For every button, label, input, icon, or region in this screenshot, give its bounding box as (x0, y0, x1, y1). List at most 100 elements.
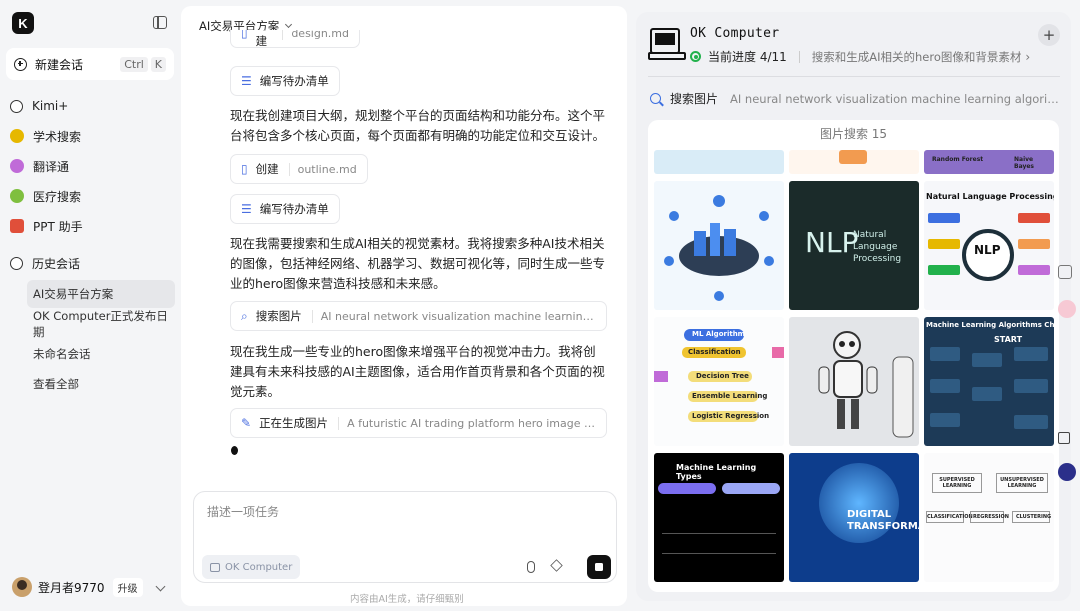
tool-chip-todo[interactable]: ☰ 编写待办清单 (230, 66, 340, 96)
task-input[interactable]: 描述一项任务 OK Computer (193, 491, 617, 583)
new-chat-label: 新建会话 (35, 57, 84, 72)
chip-sub: design.md (282, 30, 349, 40)
image-thumbnail[interactable] (654, 181, 784, 310)
chip-label: 编写待办清单 (259, 202, 329, 216)
cube-icon[interactable] (550, 559, 563, 572)
assistant-message: 现在我需要搜索和生成AI相关的视觉素材。我将搜索多种AI技术相关的图像，包括神经… (230, 236, 606, 291)
academic-search-icon (10, 129, 24, 143)
user-profile[interactable]: 登月者9770 升级 (12, 577, 143, 597)
add-button[interactable]: + (1038, 24, 1060, 46)
clock-icon (10, 256, 23, 270)
ppt-icon (10, 219, 24, 233)
user-name: 登月者9770 (38, 580, 105, 595)
chip-clip: ▯ 创建 design.md (230, 30, 360, 48)
sidebar-item-kimi-plus[interactable]: Kimi+ (10, 95, 68, 117)
image-thumbnail[interactable]: ML Algorithm Classification Decision Tre… (654, 317, 784, 446)
typing-indicator (231, 446, 238, 455)
chip-label: 正在生成图片 (259, 416, 329, 430)
status-dot-icon (690, 51, 701, 62)
medical-search-icon (10, 189, 24, 203)
tool-chip-create[interactable]: ▯ 创建 outline.md (230, 154, 368, 184)
sidebar-item-medical-search[interactable]: 医疗搜索 (10, 185, 81, 207)
chevron-down-icon (285, 20, 293, 29)
shortcut-ctrl: Ctrl (120, 56, 148, 72)
grid-add-icon[interactable] (1058, 265, 1072, 279)
image-thumbnail[interactable]: Natural Language Processing NLP (924, 181, 1054, 310)
chat-area: AI交易平台方案 ▯ 创建 design.md ☰ 编写待办清单 现在我创建项目… (181, 6, 627, 606)
sidebar-item-label: PPT 助手 (33, 219, 83, 234)
history-item[interactable]: 未命名会话 (27, 340, 175, 368)
ok-computer-panel: OK Computer 当前进度 4/11 搜索和生成AI相关的hero图像和背… (636, 12, 1071, 601)
search-icon: ⌕ (241, 308, 248, 323)
sidebar-item-label: 医疗搜索 (33, 189, 82, 204)
ok-computer-chip-label: OK Computer (225, 561, 293, 573)
ai-disclaimer: 内容由AI生成，请仔细甄别 (350, 594, 464, 605)
divider (798, 50, 800, 63)
translate-float-icon[interactable] (1058, 300, 1076, 318)
divider (648, 76, 1060, 77)
chip-label: 创建 (255, 30, 268, 48)
ok-computer-chip[interactable]: OK Computer (202, 555, 301, 579)
sidebar-item-academic-search[interactable]: 学术搜索 (10, 125, 81, 147)
sidebar-item-ppt[interactable]: PPT 助手 (10, 215, 83, 237)
chip-label: 搜索图片 (255, 309, 302, 323)
image-thumbnail[interactable]: Random Forest Naive Bayes (924, 150, 1054, 174)
image-search-row: 搜索图片 AI neural network visualization mac… (650, 90, 1060, 107)
avatar (12, 577, 32, 597)
computer-icon (210, 562, 220, 572)
upgrade-button[interactable]: 升级 (112, 577, 143, 597)
search-icon (650, 93, 661, 104)
network-illustration (664, 195, 774, 301)
image-thumbnail[interactable]: Machine Learning Algorithms Cheat Sheet … (924, 317, 1054, 446)
image-thumbnail[interactable]: Machine Learning Types (654, 453, 784, 582)
image-thumbnail[interactable] (789, 150, 919, 174)
sidebar-collapse-icon[interactable] (153, 16, 167, 29)
tool-chip-create[interactable]: ▯ 创建 design.md (230, 30, 360, 48)
assistant-message: 现在我创建项目大纲，规划整个平台的页面结构和功能分布。这个平台将包含多个核心页面… (230, 108, 606, 143)
tool-chip-generating-image[interactable]: ✎ 正在生成图片 A futuristic AI trading platfor… (230, 408, 607, 438)
file-icon: ▯ (241, 162, 248, 176)
input-placeholder: 描述一项任务 (207, 505, 280, 519)
image-thumbnail[interactable]: NLP Natural Language Processing (789, 181, 919, 310)
computer-icon (648, 28, 686, 60)
image-thumbnail[interactable] (789, 317, 919, 446)
assistant-float-icon[interactable] (1058, 463, 1076, 481)
sidebar-item-label: 学术搜索 (33, 129, 82, 144)
chevron-down-icon[interactable] (155, 581, 166, 592)
brush-icon: ✎ (241, 416, 252, 430)
panel-title: OK Computer (690, 26, 780, 41)
image-results: 图片搜索 15 Random Forest Naive Bayes NLP Na… (648, 120, 1059, 592)
history-section-header[interactable]: 历史会话 (10, 252, 80, 274)
chevron-right-icon: › (1025, 49, 1031, 64)
image-thumbnail[interactable]: SUPERVISED LEARNING UNSUPERVISED LEARNIN… (924, 453, 1054, 582)
search-query: AI neural network visualization machine … (730, 91, 1060, 106)
robot-illustration (818, 331, 914, 438)
search-label: 搜索图片 (670, 92, 719, 106)
assistant-message: 现在我生成一些专业的hero图像来增强平台的视觉冲击力。我将创建具有未来科技感的… (230, 344, 605, 399)
view-all-history-link[interactable]: 查看全部 (27, 370, 175, 398)
history-title: 历史会话 (32, 256, 81, 271)
chip-sub: outline.md (288, 162, 357, 176)
chip-label: 创建 (255, 162, 279, 176)
image-thumbnail[interactable]: DIGITAL TRANSFORMA (789, 453, 919, 582)
tool-chip-todo[interactable]: ☰ 编写待办清单 (230, 194, 340, 224)
history-item[interactable]: AI交易平台方案 (27, 280, 175, 308)
image-thumbnail[interactable] (654, 150, 784, 174)
attach-icon[interactable] (527, 561, 535, 573)
tool-chip-search-images[interactable]: ⌕ 搜索图片 AI neural network visualization m… (230, 301, 607, 331)
checklist-icon: ☰ (241, 202, 252, 216)
sidebar-item-label: Kimi+ (32, 99, 69, 113)
kimi-plus-icon (10, 99, 23, 113)
new-chat-button[interactable]: 新建会话 Ctrl K (6, 48, 174, 80)
file-icon: ▯ (241, 30, 248, 40)
shortcut-k: K (150, 56, 166, 72)
chip-sub: AI neural network visualization machine … (311, 309, 596, 323)
apps-icon[interactable] (1058, 432, 1070, 444)
checklist-icon: ☰ (241, 74, 252, 88)
chip-sub: A futuristic AI trading platform hero im… (338, 416, 596, 430)
stop-button[interactable] (587, 555, 611, 579)
kimi-logo[interactable]: K (12, 12, 34, 34)
history-item[interactable]: OK Computer正式发布日期 (27, 309, 175, 339)
progress-row[interactable]: 当前进度 4/11 搜索和生成AI相关的hero图像和背景素材 › (690, 48, 1060, 65)
sidebar-item-translate[interactable]: 翻译通 (10, 155, 69, 177)
